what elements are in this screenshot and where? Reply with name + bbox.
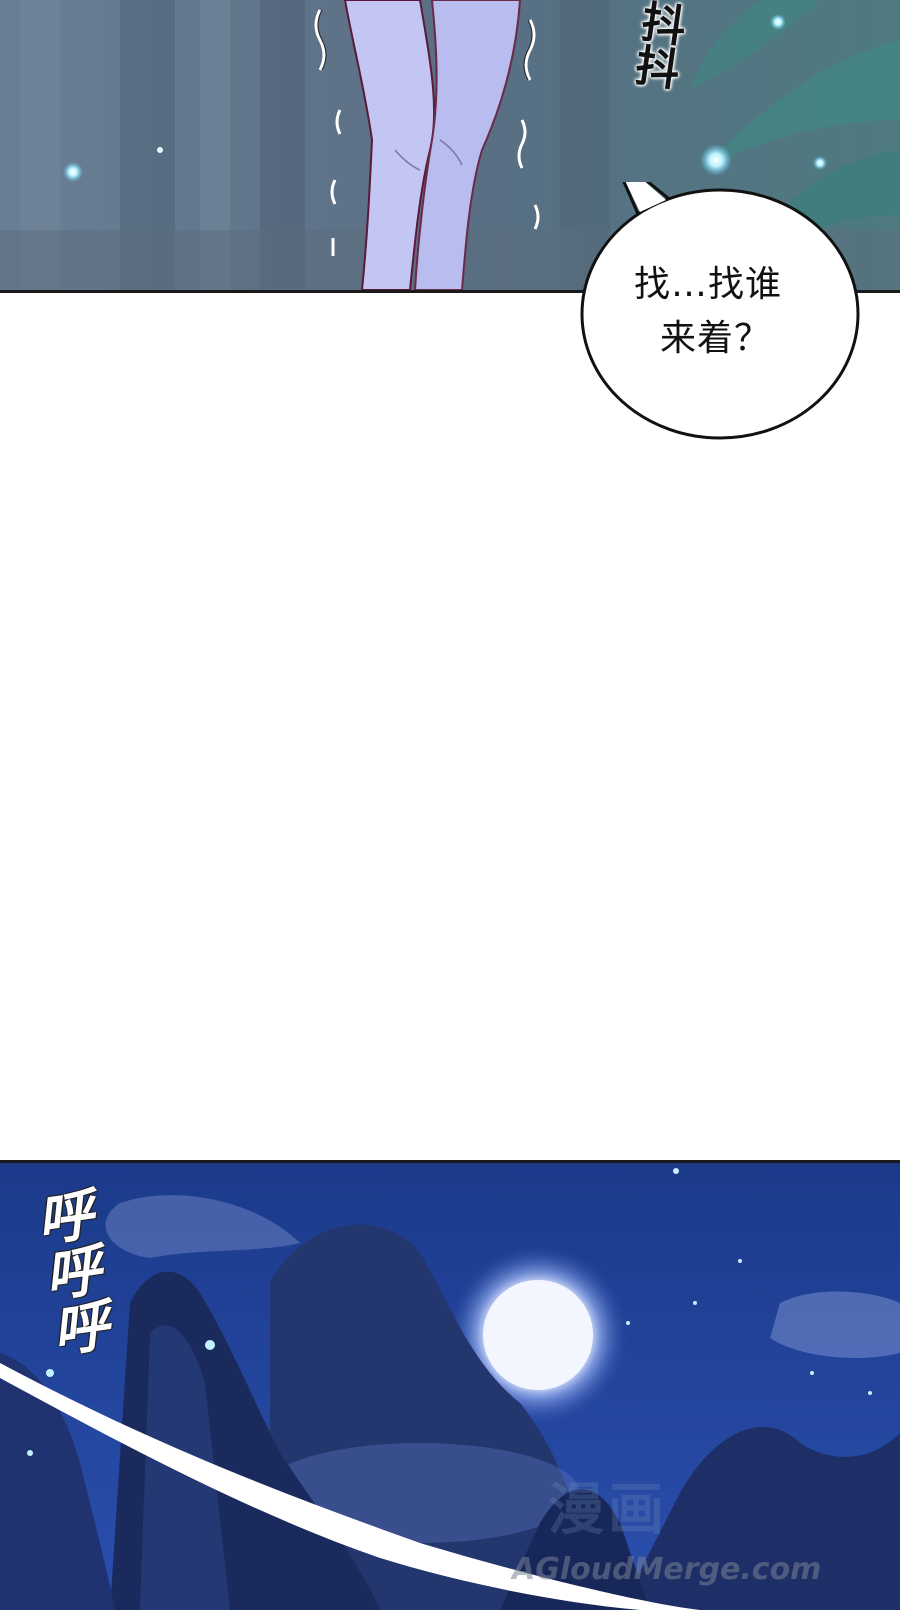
watermark-logo-cn: 漫画 (548, 1478, 668, 1543)
night-mountain-illustration (0, 1163, 900, 1610)
panel-night-mountains (0, 1160, 900, 1610)
speech-line-1: 找…找谁 (634, 264, 783, 305)
speech-line-2: 来着？ (660, 318, 772, 359)
speech-bubble-text: 找…找谁 来着？ (634, 258, 834, 366)
watermark-text: AGloudMerge.com (512, 1552, 822, 1587)
